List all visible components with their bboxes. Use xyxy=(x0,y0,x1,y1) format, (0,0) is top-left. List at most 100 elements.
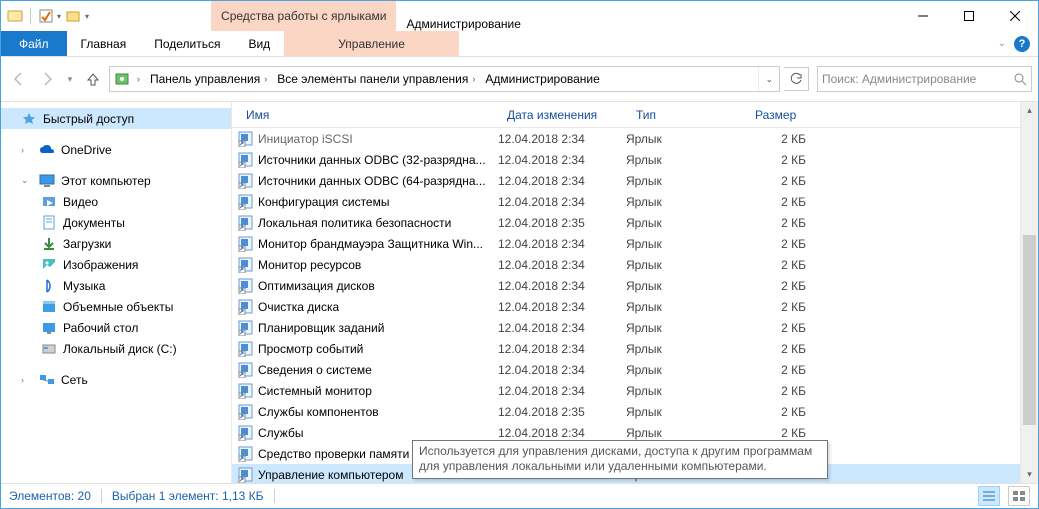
view-large-icon[interactable] xyxy=(1008,486,1030,506)
file-name: Управление компьютером xyxy=(258,468,403,482)
folder-icon xyxy=(41,320,57,336)
file-row[interactable]: Системный монитор12.04.2018 2:34Ярлык2 К… xyxy=(232,380,1020,401)
file-row[interactable]: Оптимизация дисков12.04.2018 2:34Ярлык2 … xyxy=(232,275,1020,296)
file-row[interactable]: Очистка диска12.04.2018 2:34Ярлык2 КБ xyxy=(232,296,1020,317)
file-size: 2 КБ xyxy=(736,237,814,251)
breadcrumb-1[interactable]: Все элементы панели управления› xyxy=(274,67,482,91)
tab-view[interactable]: Вид xyxy=(234,31,284,56)
file-date: 12.04.2018 2:34 xyxy=(490,384,618,398)
scrollbar-vertical[interactable]: ▴ ▾ xyxy=(1020,102,1038,483)
breadcrumb-root[interactable]: › xyxy=(130,67,147,91)
nav-pc-child[interactable]: Рабочий стол xyxy=(1,317,231,338)
file-date: 12.04.2018 2:34 xyxy=(490,174,618,188)
file-row[interactable]: Службы компонентов12.04.2018 2:35Ярлык2 … xyxy=(232,401,1020,422)
explorer-window: ▾ ▾ Средства работы с ярлыками Администр… xyxy=(0,0,1039,509)
file-row[interactable]: Монитор брандмауэра Защитника Win...12.0… xyxy=(232,233,1020,254)
file-size: 2 КБ xyxy=(736,342,814,356)
file-type: Ярлык xyxy=(618,153,736,167)
close-button[interactable] xyxy=(992,1,1038,31)
file-name: Службы компонентов xyxy=(258,405,379,419)
file-name: Просмотр событий xyxy=(258,342,363,356)
tab-file[interactable]: Файл xyxy=(1,31,67,56)
breadcrumb-2[interactable]: Администрирование xyxy=(482,67,602,91)
col-date[interactable]: Дата изменения xyxy=(499,108,628,122)
breadcrumb-0[interactable]: Панель управления› xyxy=(147,67,274,91)
tooltip: Используется для управления дисками, дос… xyxy=(412,440,828,479)
scroll-up-icon[interactable]: ▴ xyxy=(1021,102,1038,119)
file-row[interactable]: Источники данных ODBC (32-разрядна...12.… xyxy=(232,149,1020,170)
file-row[interactable]: Сведения о системе12.04.2018 2:34Ярлык2 … xyxy=(232,359,1020,380)
address-dropdown-icon[interactable]: ⌄ xyxy=(758,67,779,91)
nav-pc-child[interactable]: Загрузки xyxy=(1,233,231,254)
file-name: Локальная политика безопасности xyxy=(258,216,451,230)
qat-properties-icon[interactable] xyxy=(38,8,54,24)
folder-icon xyxy=(41,236,57,252)
nav-recent-dropdown[interactable]: ▾ xyxy=(63,67,77,91)
nav-up-button[interactable] xyxy=(81,67,105,91)
help-icon[interactable]: ? xyxy=(1014,36,1030,52)
file-size: 2 КБ xyxy=(736,174,814,188)
nav-forward-button[interactable] xyxy=(35,67,59,91)
nav-this-pc[interactable]: ⌄Этот компьютер xyxy=(1,170,231,191)
scroll-thumb[interactable] xyxy=(1023,235,1036,425)
file-list[interactable]: Инициатор iSCSI12.04.2018 2:34Ярлык2 КБИ… xyxy=(232,128,1020,483)
qat-newfolder-icon[interactable] xyxy=(66,8,82,24)
tab-manage[interactable]: Управление xyxy=(324,37,419,51)
file-date: 12.04.2018 2:34 xyxy=(490,363,618,377)
file-name: Монитор брандмауэра Защитника Win... xyxy=(258,237,483,251)
network-icon xyxy=(39,372,55,388)
nav-pc-child[interactable]: Музыка xyxy=(1,275,231,296)
file-size: 2 КБ xyxy=(736,258,814,272)
app-icon xyxy=(7,8,23,24)
file-type: Ярлык xyxy=(618,174,736,188)
file-size: 2 КБ xyxy=(736,405,814,419)
file-date: 12.04.2018 2:34 xyxy=(490,132,618,146)
nav-pc-child[interactable]: Документы xyxy=(1,212,231,233)
file-size: 2 КБ xyxy=(736,300,814,314)
search-input[interactable]: Поиск: Администрирование xyxy=(817,66,1032,92)
nav-network[interactable]: ›Сеть xyxy=(1,369,231,390)
view-details-icon[interactable] xyxy=(978,486,1000,506)
refresh-button[interactable] xyxy=(784,67,809,91)
file-row[interactable]: Просмотр событий12.04.2018 2:34Ярлык2 КБ xyxy=(232,338,1020,359)
nav-pc-child[interactable]: Объемные объекты xyxy=(1,296,231,317)
window-title: Администрирование xyxy=(396,17,530,31)
file-row[interactable]: Локальная политика безопасности 12.04.201… xyxy=(232,212,1020,233)
file-name: Источники данных ODBC (64-разрядна... xyxy=(258,174,486,188)
address-bar[interactable]: › Панель управления› Все элементы панели… xyxy=(109,66,780,92)
file-row[interactable]: Планировщик заданий12.04.2018 2:34Ярлык2… xyxy=(232,317,1020,338)
file-date: 12.04.2018 2:35 xyxy=(490,216,618,230)
maximize-button[interactable] xyxy=(946,1,992,31)
file-type: Ярлык xyxy=(618,321,736,335)
tab-home[interactable]: Главная xyxy=(67,31,141,56)
qat-menu-icon[interactable]: ▾ xyxy=(85,12,89,21)
col-type[interactable]: Тип xyxy=(628,108,747,122)
title-bar: ▾ ▾ Средства работы с ярлыками Администр… xyxy=(1,1,1038,31)
file-name: Оптимизация дисков xyxy=(258,279,375,293)
qat-dropdown-icon[interactable]: ▾ xyxy=(57,12,61,21)
file-name: Монитор ресурсов xyxy=(258,258,361,272)
nav-quick-access[interactable]: Быстрый доступ xyxy=(1,108,231,129)
tab-share[interactable]: Поделиться xyxy=(140,31,234,56)
nav-back-button[interactable] xyxy=(7,67,31,91)
file-type: Ярлык xyxy=(618,426,736,440)
file-row[interactable]: Источники данных ODBC (64-разрядна... 12.… xyxy=(232,170,1020,191)
file-row[interactable]: Монитор ресурсов12.04.2018 2:34Ярлык2 КБ xyxy=(232,254,1020,275)
navigation-bar: ▾ › Панель управления› Все элементы пане… xyxy=(1,57,1038,102)
file-size: 2 КБ xyxy=(736,279,814,293)
col-name[interactable]: Имя xyxy=(238,108,499,122)
ribbon-expand-icon[interactable]: ⌄ xyxy=(998,38,1006,49)
nav-pc-child[interactable]: Видео xyxy=(1,191,231,212)
nav-pc-child[interactable]: Изображения xyxy=(1,254,231,275)
shortcut-icon xyxy=(238,152,254,168)
file-row[interactable]: Конфигурация системы12.04.2018 2:34Ярлык… xyxy=(232,191,1020,212)
minimize-button[interactable] xyxy=(900,1,946,31)
file-row[interactable]: Инициатор iSCSI12.04.2018 2:34Ярлык2 КБ xyxy=(232,128,1020,149)
col-size[interactable]: Размер xyxy=(747,108,826,122)
ribbon-tabs: Файл Главная Поделиться Вид Управление ⌄… xyxy=(1,31,1038,57)
nav-onedrive[interactable]: ›OneDrive xyxy=(1,139,231,160)
scroll-down-icon[interactable]: ▾ xyxy=(1021,466,1038,483)
folder-icon xyxy=(41,278,57,294)
nav-pc-child[interactable]: Локальный диск (C:) xyxy=(1,338,231,359)
file-name: Конфигурация системы xyxy=(258,195,389,209)
